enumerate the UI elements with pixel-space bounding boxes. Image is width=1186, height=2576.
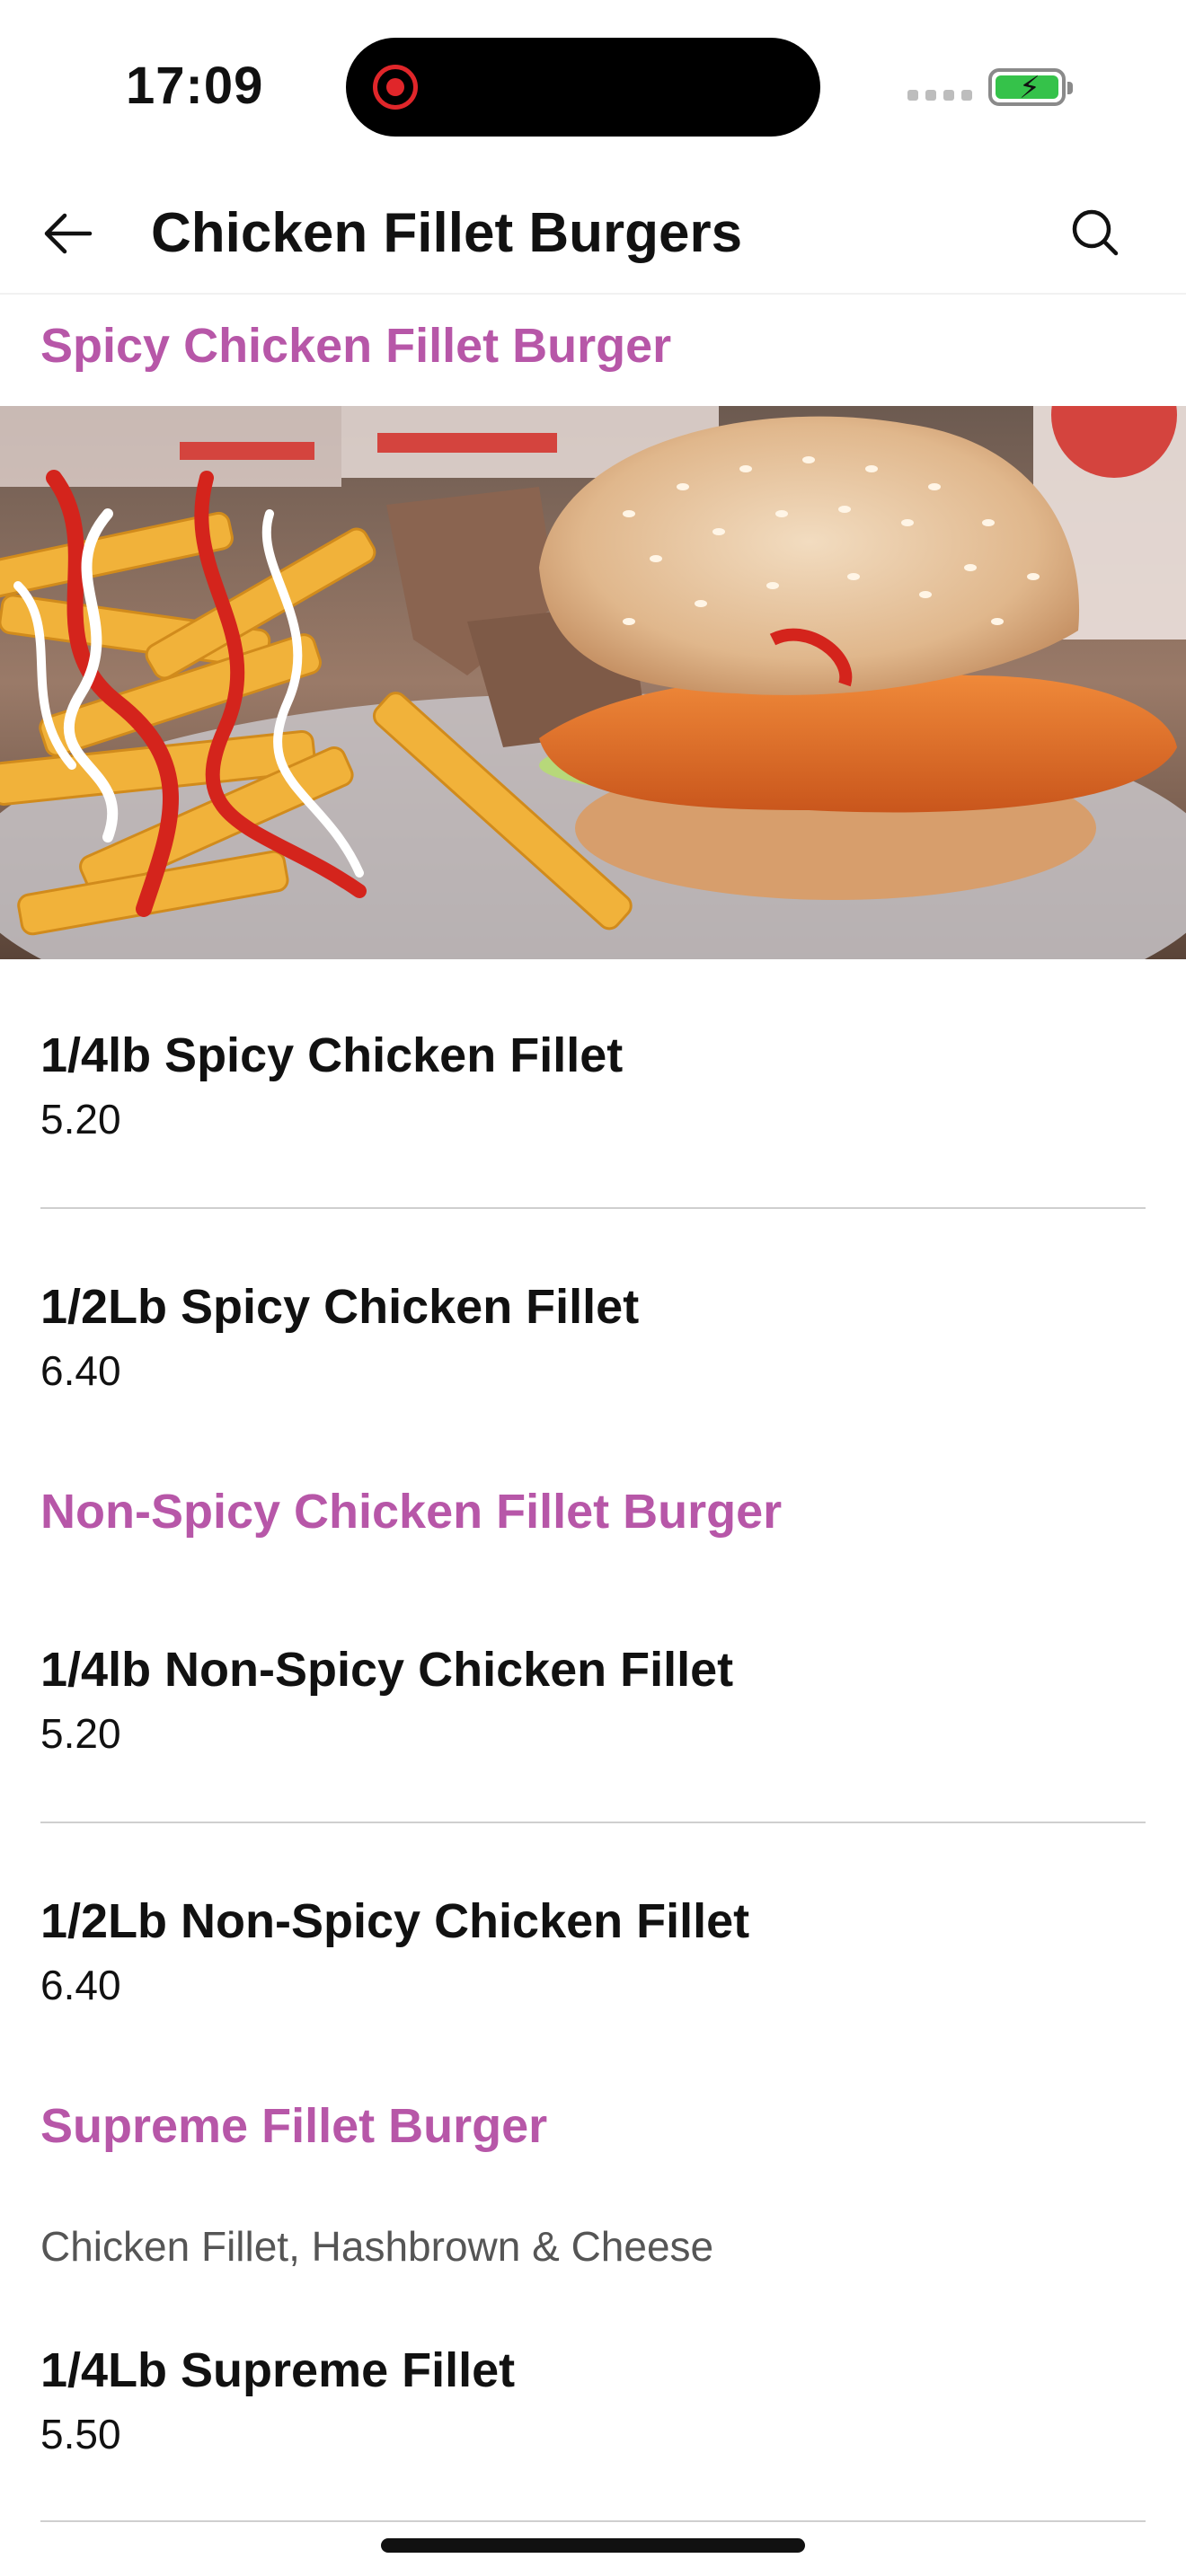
record-icon	[373, 65, 418, 110]
menu-item[interactable]: 1/2Lb Non-Spicy Chicken Fillet 6.40	[40, 1890, 1146, 2012]
search-icon	[1072, 209, 1119, 256]
arrow-left-icon	[44, 213, 93, 254]
item-price: 6.40	[40, 1347, 121, 1394]
section-description: Chicken Fillet, Hashbrown & Cheese	[40, 2223, 714, 2270]
divider	[40, 2520, 1146, 2522]
menu-item[interactable]: 1/4lb Spicy Chicken Fillet 5.20	[40, 1024, 1146, 1146]
menu-item[interactable]: 1/4lb Non-Spicy Chicken Fillet 5.20	[40, 1638, 1146, 1760]
item-price: 5.20	[40, 1096, 121, 1142]
divider	[40, 1822, 1146, 1823]
status-time: 17:09	[126, 57, 264, 115]
battery-charging-icon: ⚡	[988, 68, 1073, 106]
item-price: 5.20	[40, 1710, 121, 1757]
menu-item[interactable]: 1/2Lb Spicy Chicken Fillet 6.40	[40, 1275, 1146, 1398]
home-indicator[interactable]	[381, 2538, 805, 2553]
section-title-supreme: Supreme Fillet Burger	[40, 2099, 548, 2153]
signal-icon	[907, 90, 972, 101]
top-app-bar: Chicken Fillet Burgers	[0, 171, 1186, 295]
page-title: Chicken Fillet Burgers	[151, 202, 743, 264]
status-bar: 17:09 ⚡	[0, 0, 1186, 171]
item-name: 1/4Lb Supreme Fillet	[40, 2343, 516, 2397]
search-button[interactable]	[1060, 198, 1132, 269]
item-price: 6.40	[40, 1962, 121, 2008]
back-button[interactable]	[32, 198, 104, 269]
item-name: 1/2Lb Spicy Chicken Fillet	[40, 1280, 640, 1334]
burger-photo	[0, 406, 1186, 959]
item-name: 1/4lb Non-Spicy Chicken Fillet	[40, 1643, 734, 1697]
app-screen: 17:09 ⚡ Chicken Fillet Burgers Spicy Chi…	[0, 0, 1186, 2576]
item-name: 1/2Lb Non-Spicy Chicken Fillet	[40, 1894, 750, 1948]
menu-item[interactable]: 1/4Lb Supreme Fillet 5.50	[40, 2339, 1146, 2461]
divider	[40, 1207, 1146, 1209]
item-price: 5.50	[40, 2411, 121, 2457]
section-title-spicy: Spicy Chicken Fillet Burger	[40, 319, 672, 373]
dynamic-island	[346, 38, 820, 137]
section-title-non-spicy: Non-Spicy Chicken Fillet Burger	[40, 1485, 783, 1539]
item-name: 1/4lb Spicy Chicken Fillet	[40, 1028, 624, 1082]
